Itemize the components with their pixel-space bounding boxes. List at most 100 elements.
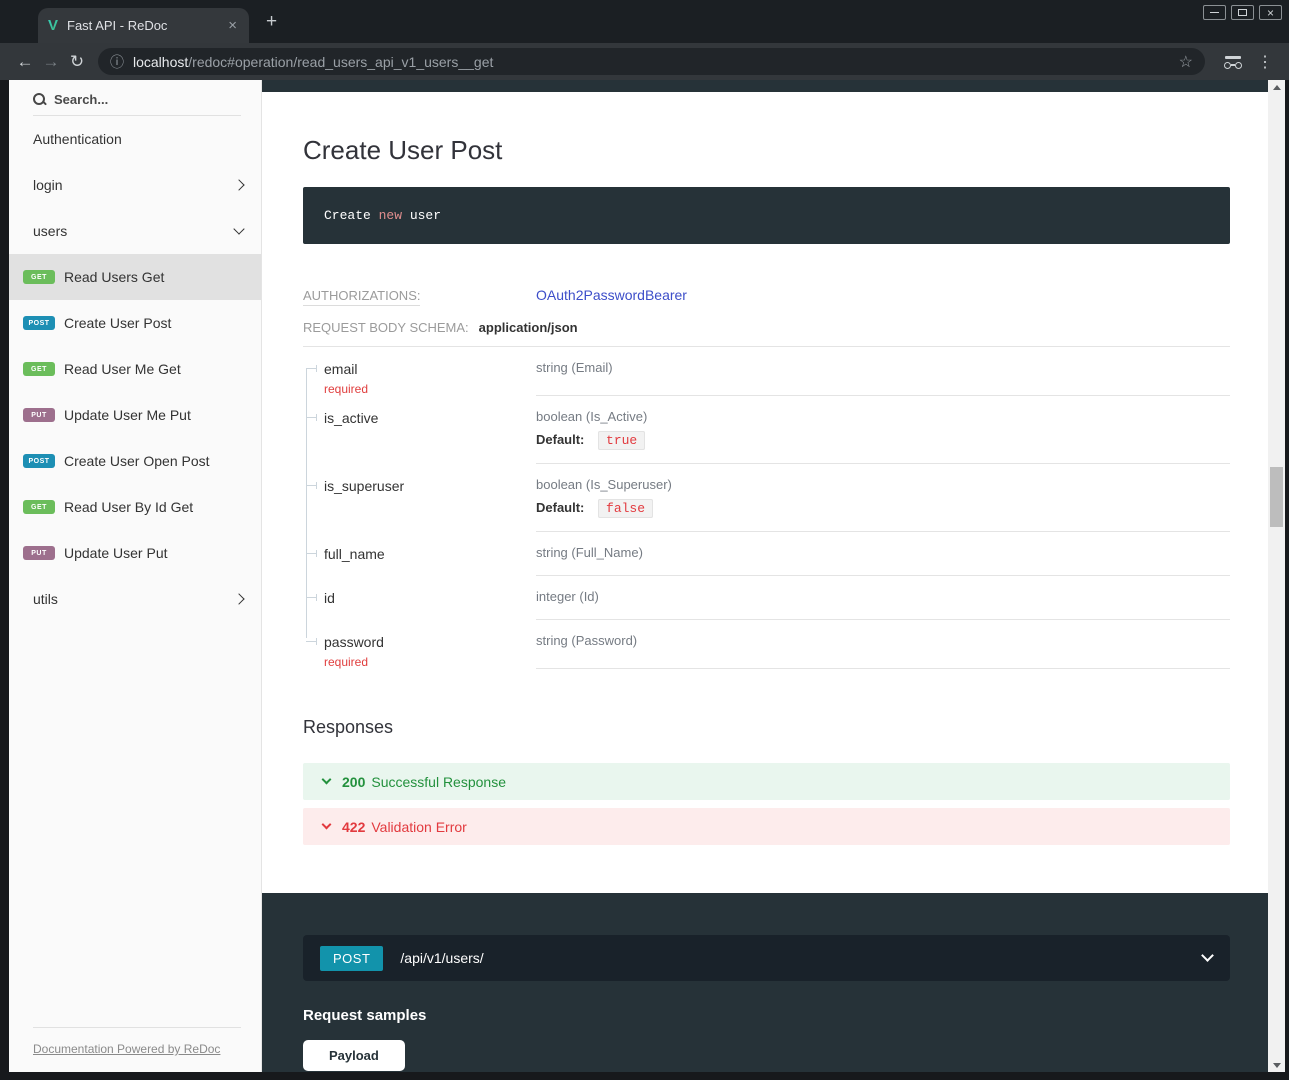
field-required-label: required	[324, 655, 526, 669]
sidebar-item-label: Update User Put	[64, 545, 168, 561]
sidebar-item-update-user-me-put[interactable]: PUT Update User Me Put	[9, 392, 261, 438]
auth-scheme-link[interactable]: OAuth2PasswordBearer	[536, 287, 687, 303]
scroll-down-icon	[1273, 1063, 1281, 1068]
sidebar-item-create-user-open-post[interactable]: POST Create User Open Post	[9, 438, 261, 484]
tab-title: Fast API - ReDoc	[67, 18, 226, 33]
response-200-button[interactable]: 200 Successful Response	[303, 763, 1230, 800]
method-badge-post: POST	[23, 316, 55, 330]
schema-row-id: id integer (Id)	[303, 576, 1230, 620]
scroll-down-button[interactable]	[1268, 1058, 1285, 1072]
search-box[interactable]	[33, 92, 241, 116]
tree-connector	[306, 485, 317, 486]
field-type: string (Email)	[536, 360, 1230, 375]
operation-doc: Create User Post Create new user AUTHORI…	[262, 80, 1268, 893]
previous-panel-strip	[262, 80, 1268, 92]
method-chip: POST	[320, 946, 383, 971]
scrollbar-thumb[interactable]	[1270, 467, 1283, 527]
maximize-button[interactable]	[1231, 5, 1254, 20]
reload-icon[interactable]: ↻	[64, 52, 90, 72]
bookmark-icon[interactable]: ☆	[1179, 52, 1193, 72]
expand-chevron-icon[interactable]	[1201, 949, 1214, 962]
sidebar-item-users[interactable]: users	[9, 208, 261, 254]
maximize-icon	[1238, 9, 1247, 16]
request-samples-panel: POST /api/v1/users/ Request samples Payl…	[262, 893, 1268, 1072]
sidebar-item-utils[interactable]: utils	[9, 576, 261, 622]
browser-window: V Fast API - ReDoc × + × ← → ↻ ⓘ localho…	[0, 0, 1289, 1080]
content-area: Create User Post Create new user AUTHORI…	[262, 80, 1268, 1072]
page-title: Create User Post	[303, 135, 1230, 165]
sidebar-item-label: Read Users Get	[64, 269, 164, 285]
site-favicon-icon: V	[48, 17, 58, 34]
close-button[interactable]: ×	[1259, 5, 1282, 20]
sidebar-item-create-user-post[interactable]: POST Create User Post	[9, 300, 261, 346]
endpoint-dropdown[interactable]: POST /api/v1/users/	[303, 935, 1230, 981]
back-icon[interactable]: ←	[12, 52, 38, 72]
response-code: 200	[342, 774, 365, 790]
address-bar[interactable]: ⓘ localhost/redoc#operation/read_users_a…	[98, 48, 1205, 75]
response-code: 422	[342, 819, 365, 835]
main-area: Authentication login users GET Read User…	[9, 80, 1285, 1072]
redoc-attribution-link[interactable]: Documentation Powered by ReDoc	[33, 1042, 220, 1056]
tree-connector	[306, 417, 317, 418]
sidebar-footer: Documentation Powered by ReDoc	[33, 1027, 241, 1072]
method-badge-get: GET	[23, 270, 55, 284]
window-controls: ×	[1203, 5, 1282, 20]
sidebar-item-label: Read User Me Get	[64, 361, 181, 377]
url-text[interactable]: localhost/redoc#operation/read_users_api…	[133, 54, 1171, 70]
minimize-icon	[1210, 12, 1219, 14]
code-keyword: new	[379, 208, 402, 223]
schema-row-full-name: full_name string (Full_Name)	[303, 532, 1230, 576]
chevron-right-icon	[233, 179, 244, 190]
sidebar-item-label: Authentication	[33, 131, 122, 147]
tab-close-icon[interactable]: ×	[226, 17, 239, 34]
sidebar-item-label: Update User Me Put	[64, 407, 191, 423]
field-type: boolean (Is_Superuser)	[536, 477, 1230, 492]
field-type: string (Full_Name)	[536, 545, 1230, 560]
default-value: false	[598, 499, 653, 518]
field-type: string (Password)	[536, 633, 1230, 648]
browser-menu-icon[interactable]: ⋮	[1257, 52, 1273, 72]
request-samples-title: Request samples	[303, 1007, 1230, 1027]
scroll-up-button[interactable]	[1268, 80, 1285, 94]
sidebar-item-update-user-put[interactable]: PUT Update User Put	[9, 530, 261, 576]
search-input[interactable]	[54, 92, 204, 107]
search-icon	[33, 93, 46, 106]
sidebar-item-label: login	[33, 177, 63, 193]
browser-tab[interactable]: V Fast API - ReDoc ×	[38, 8, 249, 43]
schema-row-is-superuser: is_superuser boolean (Is_Superuser) Defa…	[303, 464, 1230, 532]
sidebar-item-label: Create User Open Post	[64, 453, 210, 469]
minimize-button[interactable]	[1203, 5, 1226, 20]
tree-connector	[306, 641, 317, 642]
method-badge-put: PUT	[23, 408, 55, 422]
forward-icon[interactable]: →	[38, 52, 64, 72]
sidebar-item-read-users-get[interactable]: GET Read Users Get	[9, 254, 261, 300]
method-badge-put: PUT	[23, 546, 55, 560]
sidebar-item-label: Read User By Id Get	[64, 499, 193, 515]
incognito-icon	[1223, 55, 1243, 69]
request-body-schema: email required string (Email) is_active	[303, 347, 1230, 669]
new-tab-button[interactable]: +	[266, 12, 277, 31]
response-422-button[interactable]: 422 Validation Error	[303, 808, 1230, 845]
sidebar-item-authentication[interactable]: Authentication	[9, 116, 261, 162]
field-type: integer (Id)	[536, 589, 1230, 604]
tree-connector	[306, 553, 317, 554]
response-label: Validation Error	[371, 819, 466, 835]
field-name: is_superuser	[324, 478, 404, 494]
sidebar-item-login[interactable]: login	[9, 162, 261, 208]
page-scrollbar[interactable]	[1268, 80, 1285, 1072]
sidebar-item-read-user-by-id-get[interactable]: GET Read User By Id Get	[9, 484, 261, 530]
payload-tab[interactable]: Payload	[303, 1040, 405, 1071]
url-host: localhost	[133, 54, 188, 70]
field-name: is_active	[324, 410, 378, 426]
schema-row-email: email required string (Email)	[303, 347, 1230, 396]
chevron-right-icon	[233, 593, 244, 604]
request-body-label: REQUEST BODY SCHEMA:	[303, 320, 469, 335]
page-info-icon[interactable]: ⓘ	[110, 52, 124, 72]
sidebar-item-label: utils	[33, 591, 58, 607]
field-required-label: required	[324, 382, 526, 396]
sidebar-item-read-user-me-get[interactable]: GET Read User Me Get	[9, 346, 261, 392]
request-body-type: application/json	[479, 320, 578, 335]
code-text: user	[402, 208, 441, 223]
close-icon: ×	[1267, 8, 1274, 18]
method-badge-get: GET	[23, 500, 55, 514]
